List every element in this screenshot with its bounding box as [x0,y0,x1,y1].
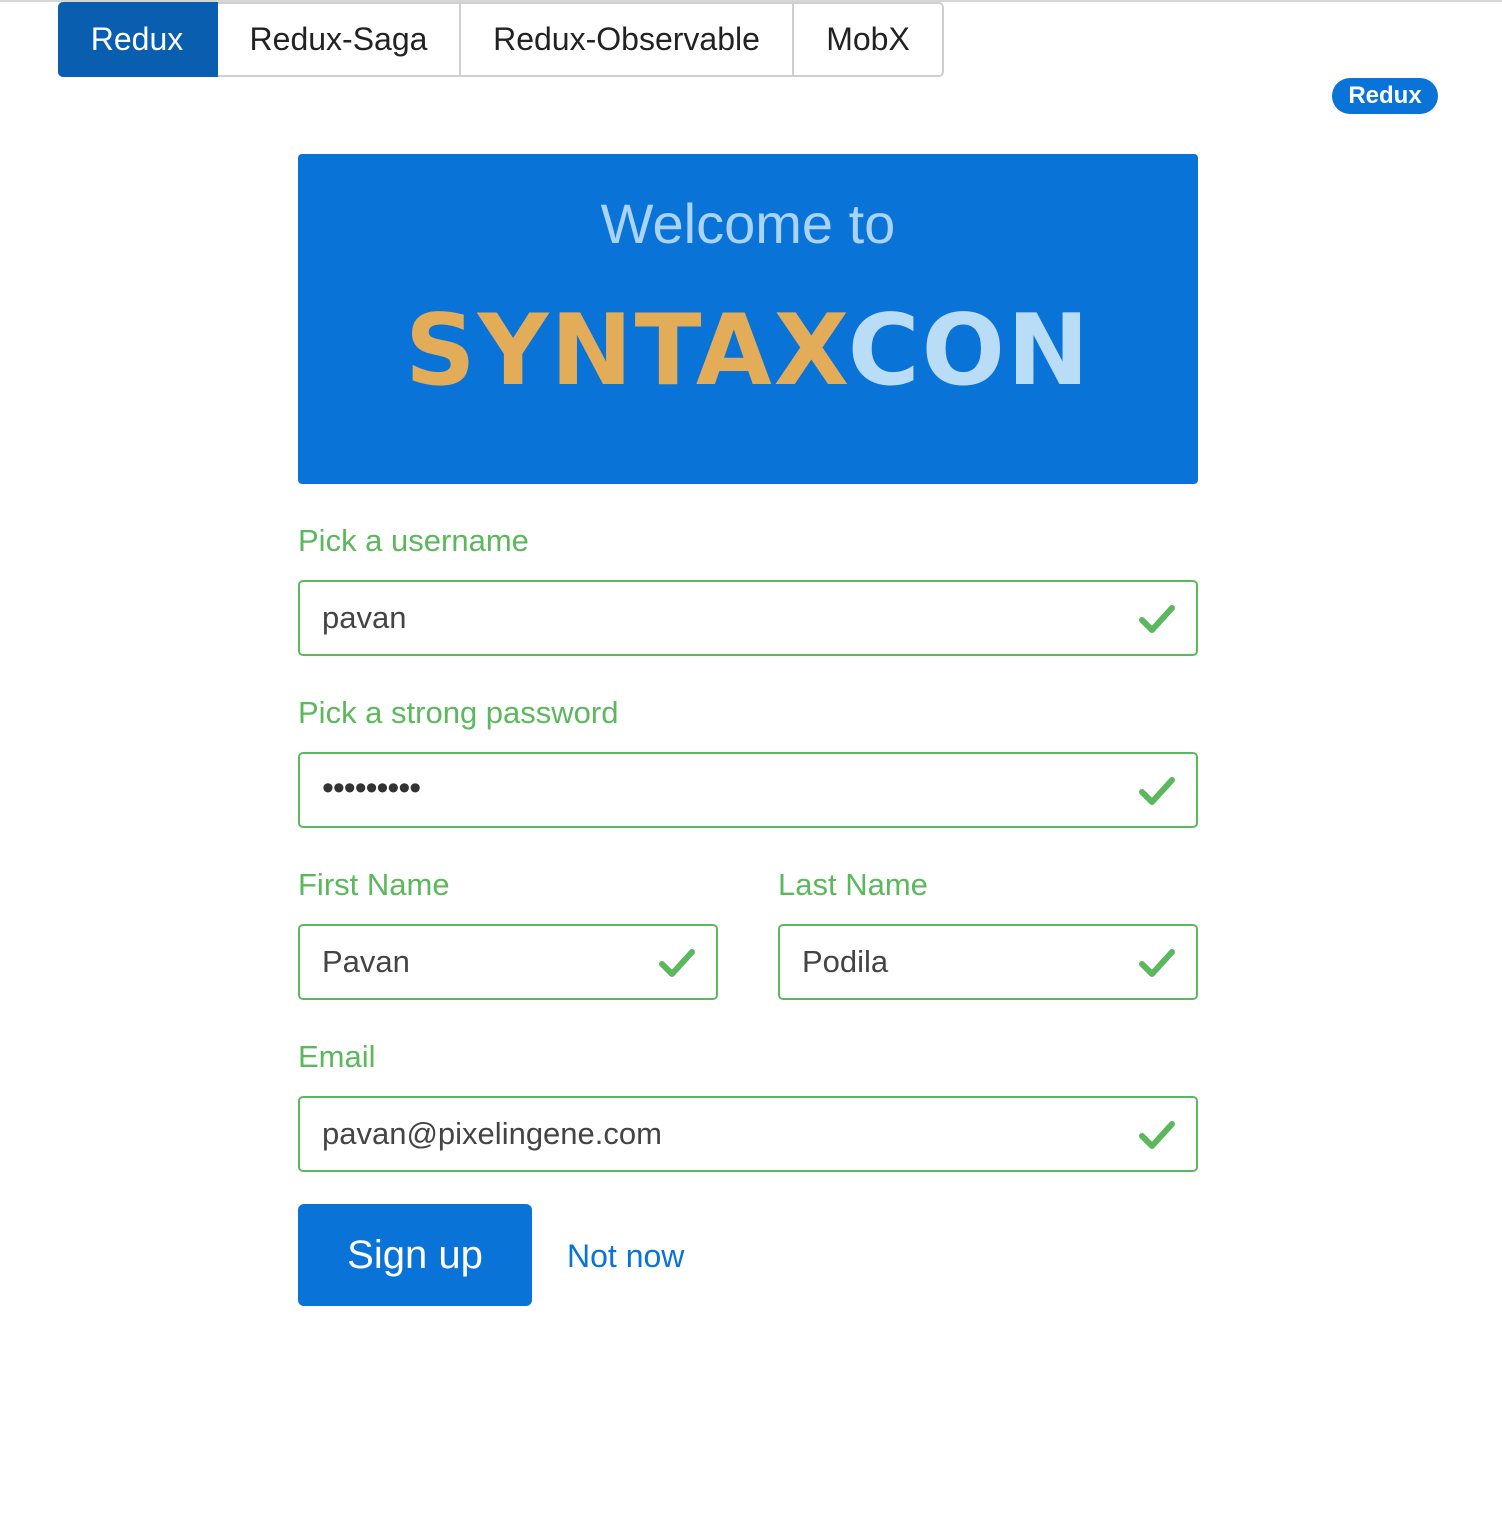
email-input[interactable] [322,1112,1128,1156]
tab-redux-saga[interactable]: Redux-Saga [218,2,461,77]
username-field[interactable] [298,580,1198,656]
check-icon [1139,1121,1175,1149]
check-icon [1139,949,1175,977]
email-field[interactable] [298,1096,1198,1172]
email-label: Email [298,1039,376,1074]
syntaxcon-logo: SYNTAXCON [298,296,1198,406]
password-field[interactable]: ••••••••• [298,752,1198,828]
sign-up-button[interactable]: Sign up [298,1204,532,1306]
welcome-heading: Welcome to [600,192,896,255]
not-now-link[interactable]: Not now [567,1236,684,1276]
password-label: Pick a strong password [298,695,619,730]
tab-redux[interactable]: Redux [58,2,218,77]
last-name-label: Last Name [778,867,928,902]
tab-mobx[interactable]: MobX [794,2,944,77]
check-icon [659,949,695,977]
password-input[interactable]: ••••••••• [322,766,421,810]
welcome-banner: Welcome to SYNTAXCON [298,154,1198,484]
signup-page: Redux Redux-Saga Redux-Observable MobX R… [0,0,1502,1530]
check-icon [1139,777,1175,805]
check-icon [1139,605,1175,633]
tab-redux-observable[interactable]: Redux-Observable [461,2,794,77]
last-name-input[interactable] [802,940,1128,984]
username-input[interactable] [322,596,1128,640]
logo-syntax-text: SYNTAX [405,294,848,408]
framework-tabs: Redux Redux-Saga Redux-Observable MobX [58,2,944,77]
logo-con-text: CON [847,294,1091,408]
first-name-label: First Name [298,867,450,902]
first-name-input[interactable] [322,940,648,984]
first-name-field[interactable] [298,924,718,1000]
last-name-field[interactable] [778,924,1198,1000]
framework-badge: Redux [1332,78,1438,114]
username-label: Pick a username [298,523,529,558]
